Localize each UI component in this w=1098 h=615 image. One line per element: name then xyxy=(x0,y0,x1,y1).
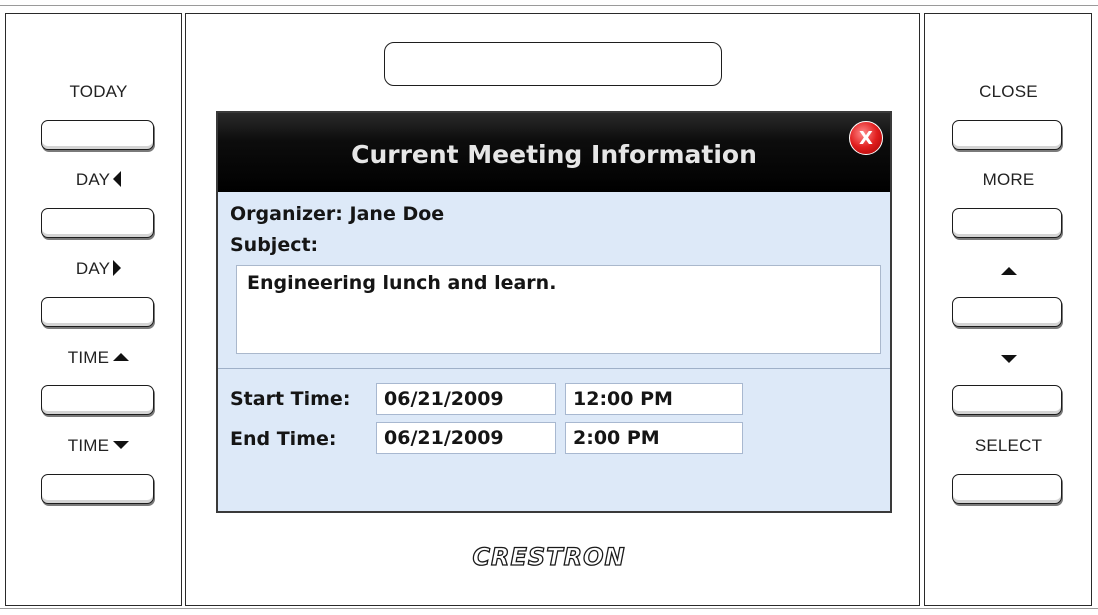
start-time-label: Start Time: xyxy=(230,388,351,410)
organizer-row: Organizer: Jane Doe xyxy=(230,203,444,225)
device-bottom-edge xyxy=(0,608,1098,609)
close-icon[interactable]: X xyxy=(849,121,883,155)
time-down-button[interactable] xyxy=(41,474,154,504)
time-up-button[interactable] xyxy=(41,385,154,415)
triangle-right-icon xyxy=(113,260,122,276)
label-scroll-down xyxy=(950,350,1067,370)
start-date-field[interactable]: 06/21/2009 xyxy=(376,383,556,415)
close-button[interactable] xyxy=(952,120,1062,150)
label-select: SELECT xyxy=(974,436,1043,455)
end-date-field[interactable]: 06/21/2009 xyxy=(376,422,556,454)
label-close: CLOSE xyxy=(979,82,1038,101)
label-time-up: TIME xyxy=(40,348,157,368)
scroll-up-button[interactable] xyxy=(952,297,1062,327)
label-more: MORE xyxy=(982,170,1035,189)
organizer-value: Jane Doe xyxy=(349,203,445,225)
divider xyxy=(218,368,890,369)
select-button[interactable] xyxy=(952,474,1062,504)
end-time-field[interactable]: 2:00 PM xyxy=(565,422,743,454)
scroll-down-button[interactable] xyxy=(952,385,1062,415)
dialog-title: Current Meeting Information xyxy=(351,140,757,169)
label-time-down: TIME xyxy=(40,436,157,456)
meeting-info-dialog: Current Meeting Information X Organizer:… xyxy=(216,111,892,513)
start-time-field[interactable]: 12:00 PM xyxy=(565,383,743,415)
label-scroll-up xyxy=(950,262,1067,282)
day-previous-button[interactable] xyxy=(41,208,154,238)
subject-label: Subject: xyxy=(230,234,319,256)
crestron-logo: CRESTRON xyxy=(0,542,1098,571)
dialog-title-bar: Current Meeting Information X xyxy=(218,113,890,192)
label-today: TODAY xyxy=(69,82,128,101)
label-day-previous: DAY xyxy=(40,170,157,190)
triangle-down-icon xyxy=(1000,355,1017,363)
day-next-button[interactable] xyxy=(41,297,154,327)
more-button[interactable] xyxy=(952,208,1062,238)
today-button[interactable] xyxy=(41,120,154,150)
subject-box: Engineering lunch and learn. xyxy=(236,265,881,354)
triangle-left-icon xyxy=(113,171,122,187)
triangle-up-icon xyxy=(113,353,130,361)
end-time-label: End Time: xyxy=(230,428,337,450)
triangle-down-icon xyxy=(113,441,130,449)
device-top-edge xyxy=(0,5,1098,6)
triangle-up-icon xyxy=(1000,267,1017,275)
brand-text: CRESTRON xyxy=(472,542,626,571)
top-display-slot xyxy=(384,42,722,86)
subject-value: Engineering lunch and learn. xyxy=(247,272,557,294)
organizer-label: Organizer: xyxy=(230,203,343,225)
label-day-next: DAY xyxy=(40,259,157,279)
